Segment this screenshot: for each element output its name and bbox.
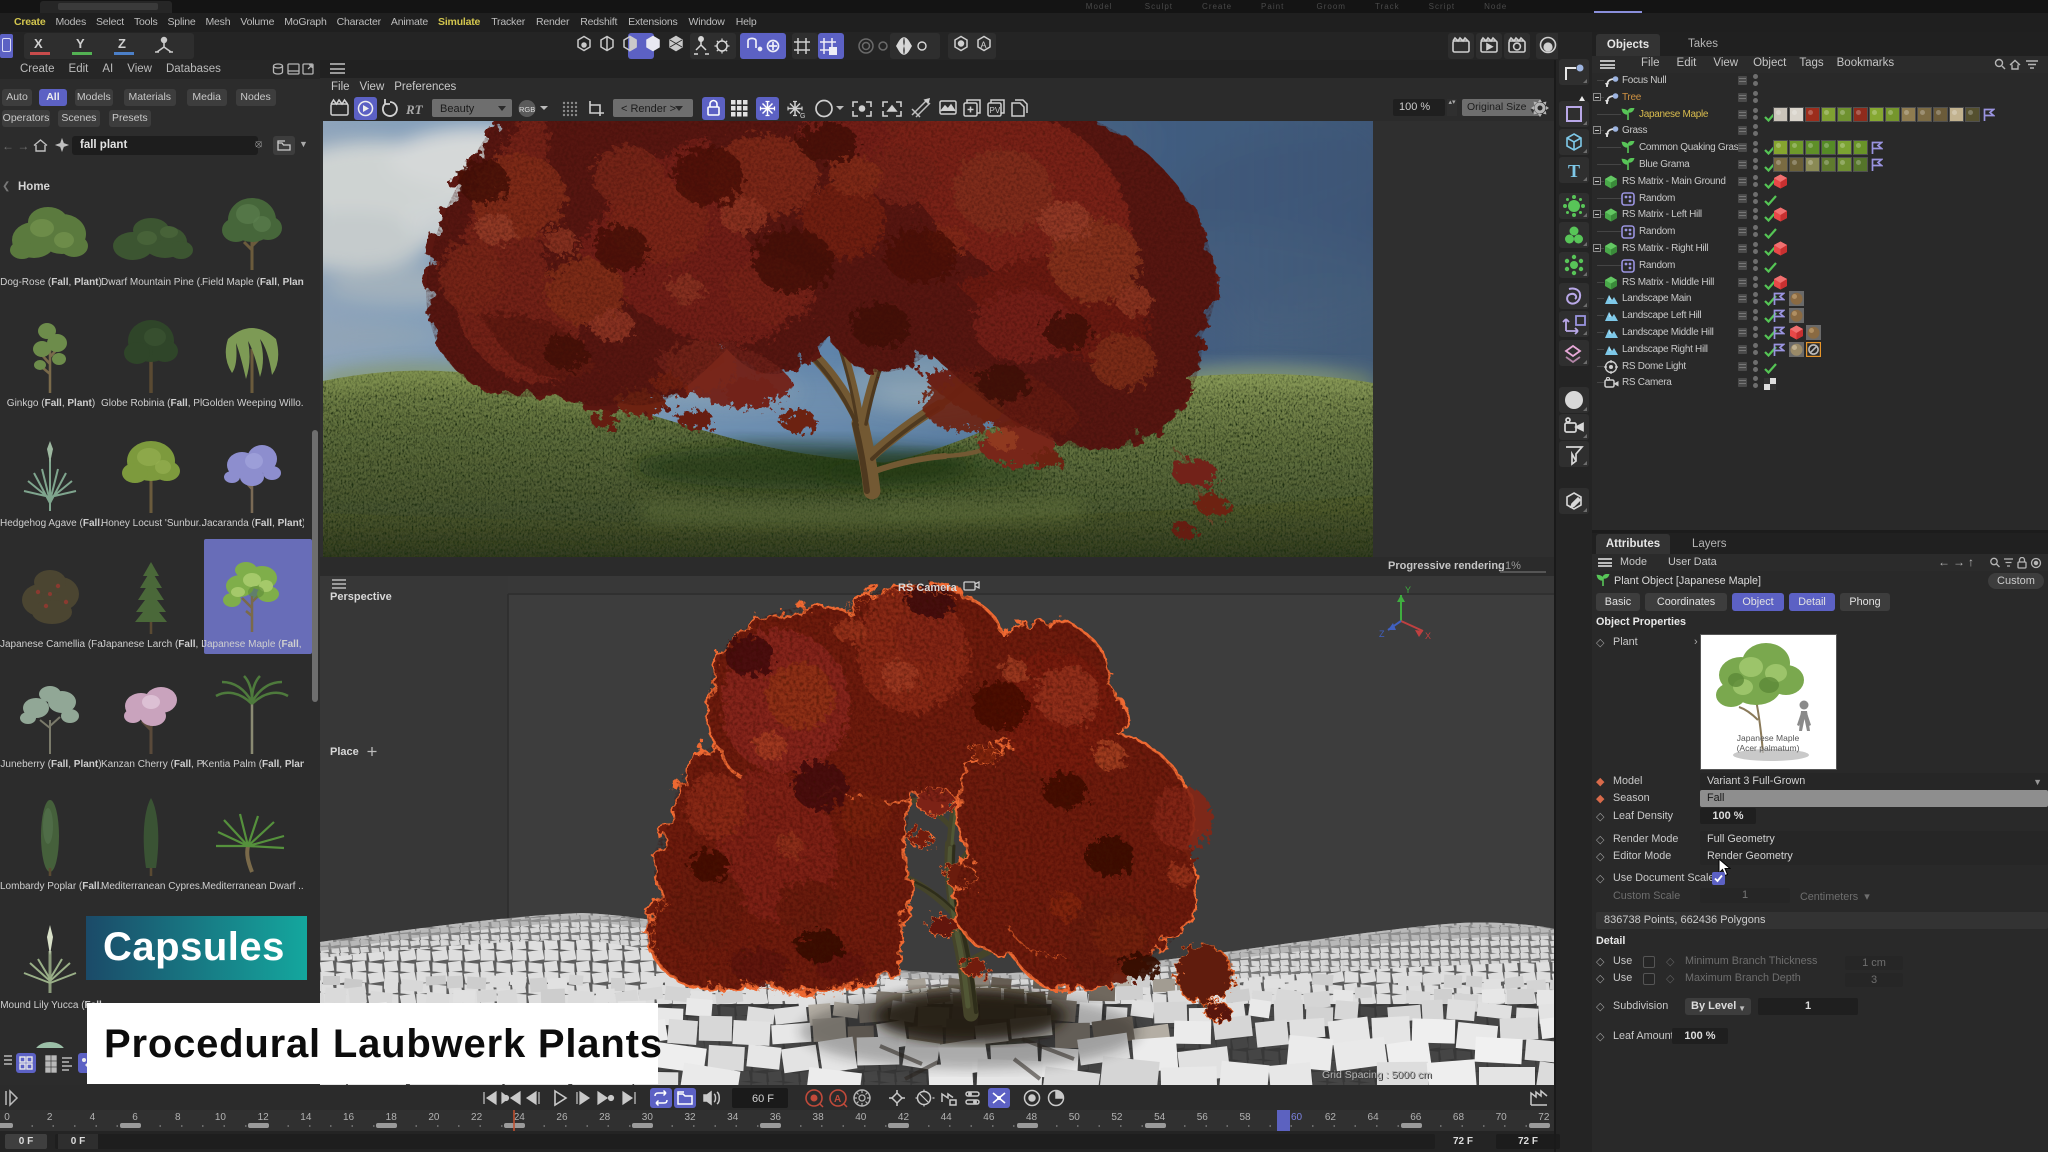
svg-text:< Render >: < Render >	[621, 103, 676, 115]
svg-text:RGB: RGB	[519, 105, 535, 114]
svg-text:A: A	[834, 1094, 841, 1105]
svg-text:PV: PV	[990, 106, 1001, 115]
svg-text:Y: Y	[1405, 585, 1411, 595]
svg-text:T: T	[1568, 161, 1580, 181]
svg-text:RT: RT	[405, 102, 424, 117]
svg-text:60 F: 60 F	[752, 1093, 774, 1105]
svg-text:Grid Spacing : 5000 cm: Grid Spacing : 5000 cm	[1322, 1069, 1432, 1081]
svg-text:G: G	[800, 113, 805, 120]
svg-text:Japanese Maple: Japanese Maple	[1737, 733, 1800, 743]
svg-text:Perspective: Perspective	[330, 591, 392, 603]
svg-text:X: X	[1425, 631, 1431, 641]
svg-text:Place: Place	[330, 746, 359, 758]
svg-text:(Acer palmatum): (Acer palmatum)	[1737, 743, 1800, 753]
svg-text:Beauty: Beauty	[440, 103, 475, 115]
svg-text:Z: Z	[1379, 629, 1385, 639]
svg-text:A: A	[981, 40, 987, 50]
svg-text:RS Camera: RS Camera	[898, 582, 958, 594]
